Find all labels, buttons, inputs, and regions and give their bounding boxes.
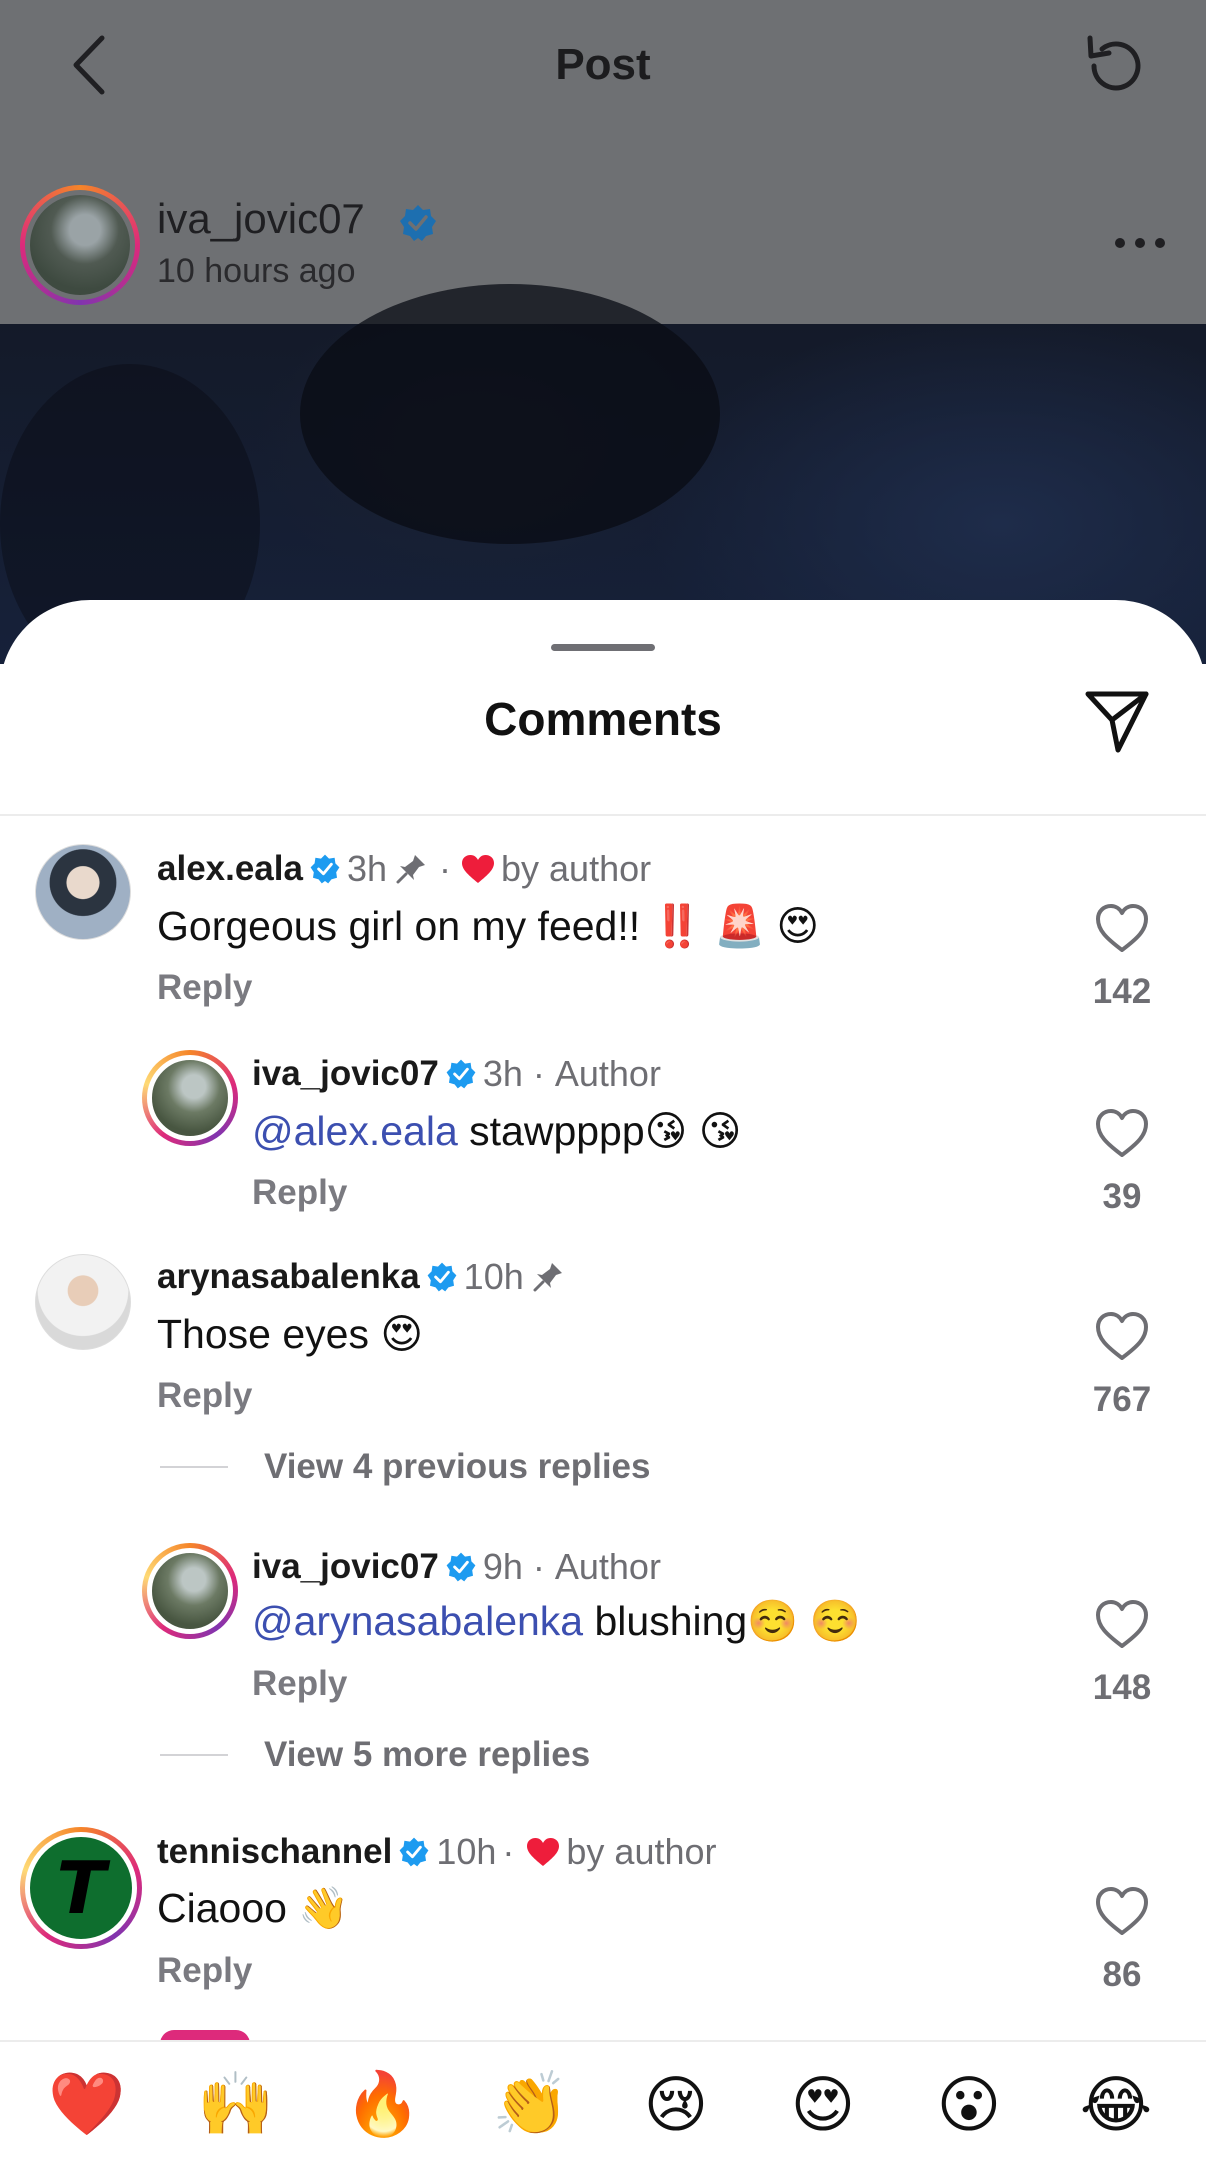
more-options-icon[interactable] <box>1112 230 1168 256</box>
comment-meta: arynasabalenka 10h <box>157 1256 572 1298</box>
reply-button[interactable]: Reply <box>252 1173 347 1213</box>
comment-meta: alex.eala 3h · by author <box>157 848 652 889</box>
avatar[interactable]: T <box>20 1827 142 1949</box>
comment-meta: iva_jovic07 9h · Author <box>252 1546 661 1587</box>
comment-username[interactable]: iva_jovic07 <box>252 1054 439 1094</box>
comment-meta: iva_jovic07 3h · Author <box>252 1053 661 1094</box>
view-previous-replies-label: View 4 previous replies <box>264 1447 651 1486</box>
comment-text: Gorgeous girl on my feed!! ‼️ 🚨 😍 <box>157 903 820 949</box>
comment-time: 3h <box>482 1053 523 1094</box>
verified-badge-icon <box>399 1837 429 1867</box>
refresh-icon[interactable] <box>1080 32 1150 102</box>
page: Post iva_jovic07 10 hours ago Comments a… <box>0 0 1206 2166</box>
emoji-crying-button[interactable]: 😢 <box>636 2064 716 2144</box>
page-title: Post <box>555 40 651 89</box>
top-bar: Post <box>0 0 1206 130</box>
comment-username[interactable]: tennischannel <box>157 1832 392 1872</box>
avatar[interactable] <box>35 1254 131 1350</box>
avatar[interactable] <box>142 1050 238 1146</box>
avatar[interactable] <box>35 844 131 940</box>
comment-time: 9h <box>482 1546 523 1587</box>
liked-by-author-label: by author <box>501 848 652 889</box>
sheet-title: Comments <box>484 693 722 745</box>
mention-link[interactable]: @alex.eala <box>252 1108 458 1154</box>
pin-icon <box>396 855 426 884</box>
comment-text: @alex.eala stawpppp😘 😘 <box>252 1108 742 1154</box>
pin-icon <box>533 1263 562 1292</box>
divider <box>0 814 1206 816</box>
like-count: 39 <box>1102 1177 1142 1216</box>
comment-username[interactable]: alex.eala <box>157 849 303 889</box>
reply-button[interactable]: Reply <box>157 1951 252 1991</box>
verified-badge-icon <box>446 1552 476 1582</box>
like-count: 148 <box>1092 1668 1152 1707</box>
comment-text: Those eyes 😍 <box>157 1311 424 1357</box>
emoji-raised-hands-button[interactable]: 🙌 <box>196 2064 276 2144</box>
share-icon[interactable] <box>1080 684 1154 758</box>
mention-link[interactable]: @arynasabalenka <box>252 1598 583 1644</box>
comment-time: 10h <box>463 1256 524 1297</box>
view-previous-replies-button[interactable]: View 4 previous replies <box>160 1442 860 1492</box>
verified-badge-icon <box>400 205 436 241</box>
emoji-fire-button[interactable]: 🔥 <box>343 2064 423 2144</box>
emoji-reaction-bar: ❤️ 🙌 🔥 👏 😢 😍 😮 😂 <box>0 2040 1206 2166</box>
reply-button[interactable]: Reply <box>157 1376 252 1416</box>
author-label: Author <box>554 1053 661 1094</box>
comment-meta: tennischannel 10h · by author <box>157 1831 717 1872</box>
emoji-clap-button[interactable]: 👏 <box>491 2064 571 2144</box>
reply-button[interactable]: Reply <box>157 968 252 1008</box>
like-count: 142 <box>1092 972 1152 1011</box>
post-author-username[interactable]: iva_jovic07 <box>157 195 365 243</box>
heart-filled-icon <box>462 855 495 883</box>
post-author-avatar[interactable] <box>20 185 140 305</box>
comment-username[interactable]: iva_jovic07 <box>252 1547 439 1587</box>
emoji-surprised-button[interactable]: 😮 <box>929 2064 1009 2144</box>
heart-filled-icon <box>527 1838 560 1866</box>
comment-text: @arynasabalenka blushing☺️ ☺️ <box>252 1598 861 1644</box>
view-more-replies-label: View 5 more replies <box>264 1735 591 1774</box>
verified-badge-icon <box>427 1262 457 1292</box>
like-count: 86 <box>1102 1955 1142 1994</box>
emoji-laughing-button[interactable]: 😂 <box>1076 2064 1156 2144</box>
liked-by-author-label: by author <box>566 1831 717 1872</box>
view-more-replies-button[interactable]: View 5 more replies <box>160 1730 860 1780</box>
comment-time: 10h <box>436 1831 497 1872</box>
reply-button[interactable]: Reply <box>252 1664 347 1704</box>
avatar[interactable] <box>142 1543 238 1639</box>
comment-username[interactable]: arynasabalenka <box>157 1257 420 1297</box>
emoji-heart-eyes-button[interactable]: 😍 <box>783 2064 863 2144</box>
like-heart-icon[interactable] <box>1094 1310 1150 1362</box>
comment-time: 3h <box>346 848 388 889</box>
like-count: 767 <box>1092 1380 1152 1419</box>
divider <box>160 1754 228 1756</box>
like-heart-icon[interactable] <box>1094 902 1150 954</box>
like-heart-icon[interactable] <box>1094 1598 1150 1650</box>
tennis-channel-logo-icon: T <box>56 1846 106 1930</box>
verified-badge-icon <box>310 854 340 884</box>
sheet-grabber[interactable] <box>551 644 655 651</box>
divider <box>160 1466 228 1468</box>
author-label: Author <box>554 1546 661 1587</box>
post-header: iva_jovic07 10 hours ago <box>0 175 1206 305</box>
post-timestamp: 10 hours ago <box>157 252 356 290</box>
verified-badge-icon <box>446 1059 476 1089</box>
like-heart-icon[interactable] <box>1094 1107 1150 1159</box>
emoji-heart-button[interactable]: ❤️ <box>47 2064 127 2144</box>
comment-text: Ciaooo 👋 <box>157 1885 350 1931</box>
like-heart-icon[interactable] <box>1094 1885 1150 1937</box>
